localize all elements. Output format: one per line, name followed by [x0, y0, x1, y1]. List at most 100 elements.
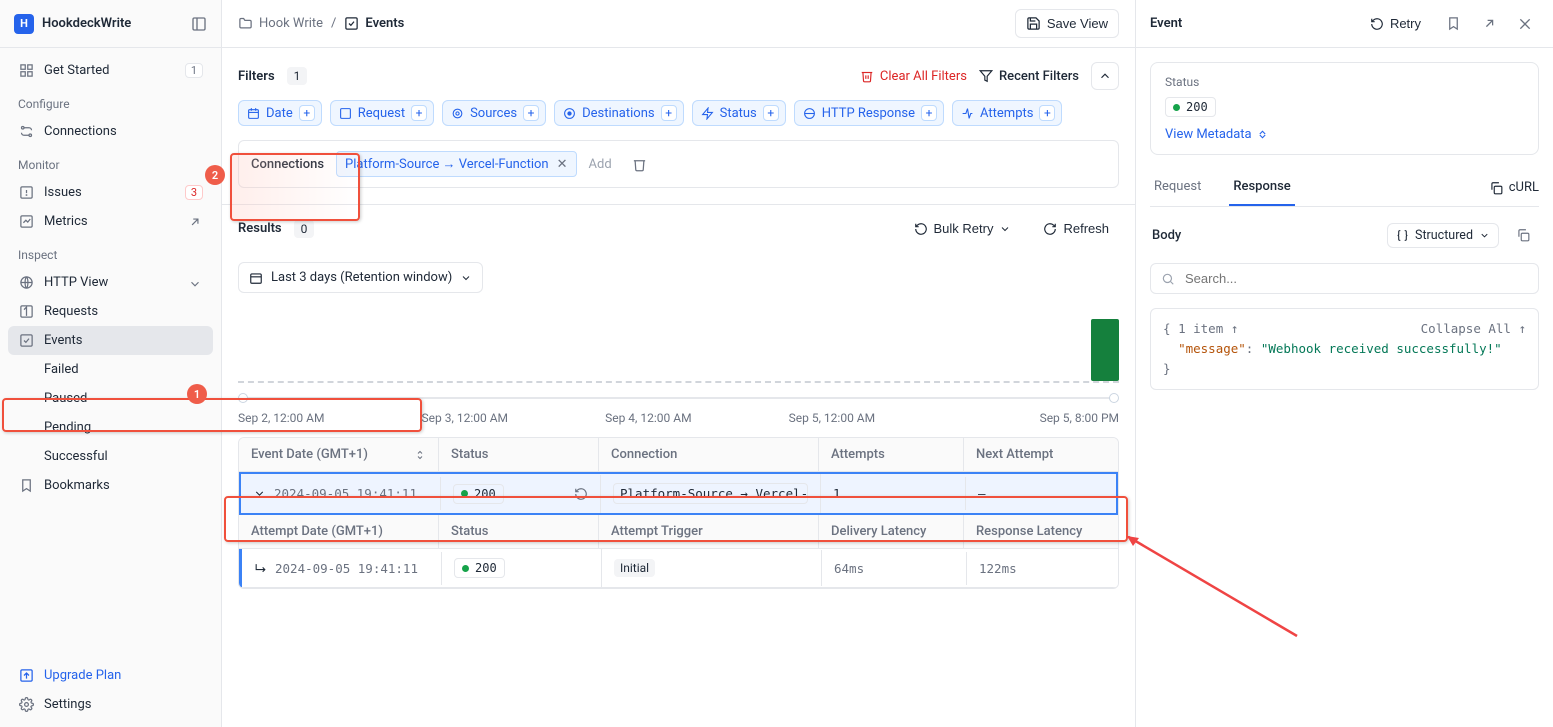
- th-trigger[interactable]: Attempt Trigger: [599, 515, 819, 548]
- td-trigger: Initial: [602, 550, 822, 586]
- view-mode-select[interactable]: Structured: [1387, 223, 1499, 248]
- status-code: 200: [474, 487, 496, 501]
- nav-events-pending[interactable]: Pending: [8, 413, 213, 442]
- bookmark-button[interactable]: [1439, 10, 1467, 38]
- slider-knob-right[interactable]: [1109, 393, 1119, 403]
- annotation-1-badge: 1: [187, 384, 207, 404]
- nav-events[interactable]: Events: [8, 326, 213, 355]
- event-count-chart[interactable]: [238, 313, 1119, 383]
- plus-icon: +: [661, 105, 677, 121]
- expand-icon: [1256, 128, 1269, 141]
- chip-status[interactable]: Status+: [692, 100, 786, 126]
- nav-upgrade[interactable]: Upgrade Plan: [8, 661, 213, 690]
- nav-connections[interactable]: Connections: [8, 117, 213, 146]
- th-attempts[interactable]: Attempts: [819, 438, 964, 471]
- trash-icon: [860, 69, 874, 83]
- nav-metrics[interactable]: Metrics: [8, 207, 213, 236]
- body-search-input[interactable]: [1150, 263, 1539, 294]
- status-badge: 200: [454, 558, 505, 578]
- x-tick: Sep 5, 8:00 PM: [972, 411, 1119, 425]
- close-icon: [1517, 16, 1533, 32]
- nav-issues[interactable]: Issues 3: [8, 178, 213, 207]
- date-range-picker[interactable]: Last 3 days (Retention window): [238, 262, 483, 293]
- trash-icon: [632, 157, 647, 172]
- th-attempt-date[interactable]: Attempt Date (GMT+1): [239, 515, 439, 548]
- status-label: Status: [1165, 75, 1524, 89]
- collapse-sidebar-icon[interactable]: [191, 16, 207, 32]
- th-delivery[interactable]: Delivery Latency: [819, 515, 964, 548]
- nav-get-started[interactable]: Get Started 1: [8, 56, 213, 85]
- body-toolbar: Body Structured: [1150, 221, 1539, 249]
- nav-events-paused[interactable]: Paused: [8, 384, 213, 413]
- clear-filters-button[interactable]: Clear All Filters: [860, 69, 967, 84]
- tab-response[interactable]: Response: [1229, 169, 1294, 206]
- x-tick: Sep 4, 12:00 AM: [605, 411, 789, 425]
- chip-sources[interactable]: Sources+: [442, 100, 546, 126]
- crumb-folder[interactable]: Hook Write: [238, 16, 323, 31]
- nav-events-successful[interactable]: Successful: [8, 442, 213, 471]
- button-label: Bulk Retry: [934, 221, 994, 236]
- expand-button[interactable]: [1475, 10, 1503, 38]
- button-label: Save View: [1047, 16, 1108, 31]
- section-configure: Configure: [8, 85, 213, 117]
- chip-destinations[interactable]: Destinations+: [554, 100, 684, 126]
- copy-body-button[interactable]: [1509, 221, 1537, 249]
- request-icon: [18, 304, 34, 319]
- retry-button[interactable]: Retry: [1360, 10, 1431, 37]
- event-row[interactable]: 2024-09-05 19:41:11 200 Platform-Source …: [239, 472, 1118, 515]
- crumb-label: Hook Write: [259, 16, 323, 31]
- conn-filter-add[interactable]: Add: [589, 157, 612, 172]
- retry-icon[interactable]: [574, 487, 588, 501]
- nav-http-view[interactable]: HTTP View: [8, 268, 213, 297]
- chip-date[interactable]: Date+: [238, 100, 322, 126]
- curl-button[interactable]: cURL: [1489, 169, 1539, 206]
- attempt-row[interactable]: 2024-09-05 19:41:11 200 Initial 64ms 122…: [239, 549, 1118, 588]
- chevron-down-icon: [999, 223, 1011, 235]
- topbar: Hook Write / Events Save View: [222, 0, 1135, 48]
- chip-http[interactable]: HTTP Response+: [794, 100, 944, 126]
- nav-requests[interactable]: Requests: [8, 297, 213, 326]
- conn-filter-tag[interactable]: Platform-Source → Vercel-Function ✕: [336, 151, 577, 177]
- refresh-icon: [1043, 222, 1057, 236]
- recent-filters-button[interactable]: Recent Filters: [979, 69, 1079, 84]
- delete-filter-button[interactable]: [632, 157, 647, 172]
- th-connection[interactable]: Connection: [599, 438, 819, 471]
- collapse-filters-button[interactable]: [1091, 62, 1119, 90]
- slider-knob-left[interactable]: [238, 393, 248, 403]
- nav-bookmarks[interactable]: Bookmarks: [8, 471, 213, 500]
- nav-events-failed[interactable]: Failed: [8, 355, 213, 384]
- x-tick: Sep 2, 12:00 AM: [238, 411, 422, 425]
- chip-label: Date: [266, 106, 293, 121]
- search-field[interactable]: [1183, 270, 1528, 287]
- close-button[interactable]: [1511, 10, 1539, 38]
- tab-request[interactable]: Request: [1150, 169, 1205, 206]
- refresh-button[interactable]: Refresh: [1033, 215, 1119, 242]
- remove-tag-icon[interactable]: ✕: [557, 157, 568, 172]
- calendar-icon: [249, 271, 263, 285]
- sidebar-header: H HookdeckWrite: [0, 0, 221, 48]
- chevron-down-icon[interactable]: [253, 487, 266, 500]
- collapse-all-button[interactable]: Collapse All ↑: [1421, 319, 1526, 339]
- status-code: 200: [1186, 100, 1208, 114]
- chip-label: HTTP Response: [822, 106, 915, 121]
- crumb-page[interactable]: Events: [344, 16, 404, 31]
- event-detail-panel: Event Retry Status 200 View Metadata Req…: [1135, 0, 1553, 727]
- th-status2[interactable]: Status: [439, 515, 599, 548]
- bulk-retry-button[interactable]: Bulk Retry: [904, 215, 1022, 242]
- nav-settings[interactable]: Settings: [8, 690, 213, 719]
- view-metadata-link[interactable]: View Metadata: [1165, 127, 1524, 142]
- section-monitor: Monitor: [8, 146, 213, 178]
- nav-label: Get Started: [44, 63, 175, 78]
- th-event-date[interactable]: Event Date (GMT+1): [239, 438, 439, 471]
- chip-request[interactable]: Request+: [330, 100, 434, 126]
- time-range-slider[interactable]: [238, 391, 1119, 405]
- td-attempts: 1: [821, 477, 966, 510]
- json-value: "Webhook received successfully!": [1261, 341, 1502, 356]
- response-body-viewer[interactable]: { 1 item ↑ Collapse All ↑ "message": "We…: [1150, 308, 1539, 390]
- th-status[interactable]: Status: [439, 438, 599, 471]
- save-view-button[interactable]: Save View: [1015, 9, 1119, 38]
- workspace-name[interactable]: HookdeckWrite: [42, 16, 183, 31]
- th-next-attempt[interactable]: Next Attempt: [964, 438, 1118, 471]
- th-response[interactable]: Response Latency: [964, 515, 1118, 548]
- chip-attempts[interactable]: Attempts+: [952, 100, 1062, 126]
